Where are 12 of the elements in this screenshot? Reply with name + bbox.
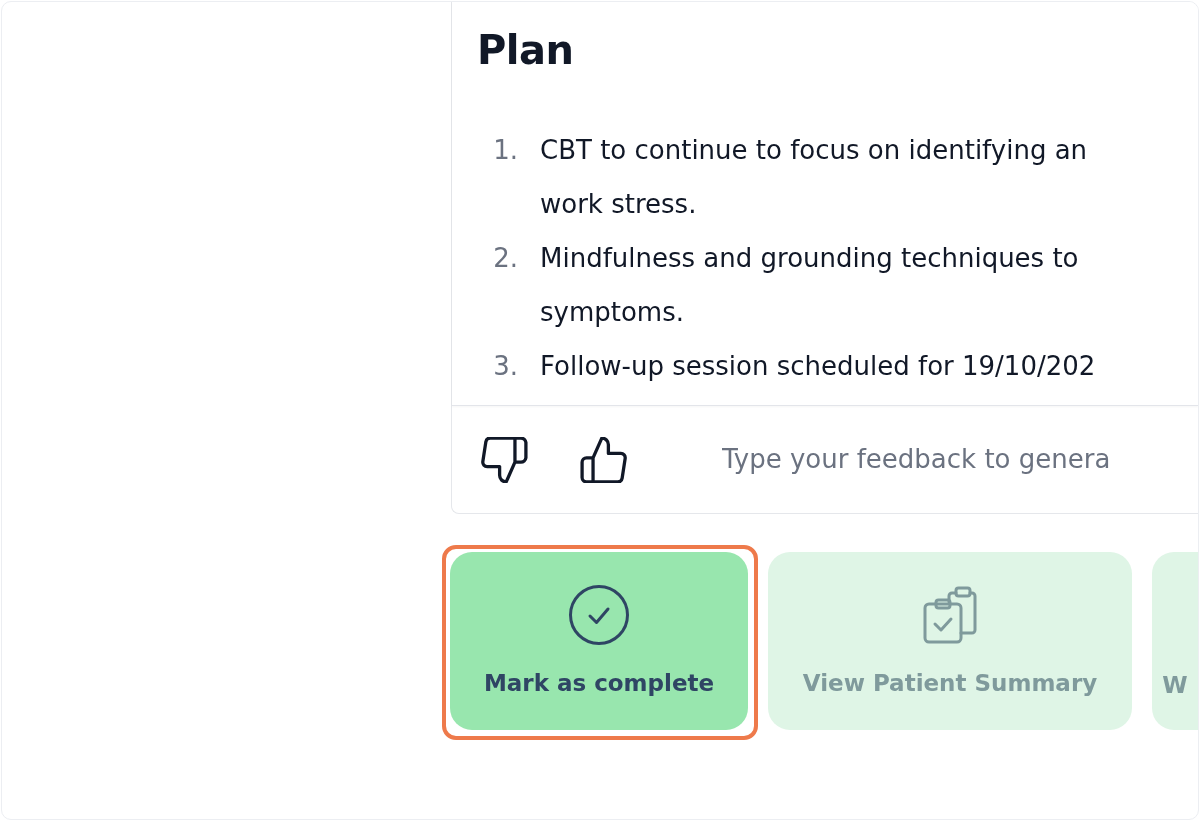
thumbs-down-icon[interactable]: [480, 436, 528, 483]
plan-item-text: Follow-up session scheduled for 19/10/202: [540, 350, 1096, 383]
plan-item-text: CBT to continue to focus on identifying an work stress.: [540, 134, 1088, 221]
check-circle-icon: [568, 584, 630, 646]
list-number: 1.: [492, 134, 518, 167]
feedback-field[interactable]: Type your feedback to genera: [722, 440, 1198, 479]
plan-item-text: Mindfulness and grounding techniques to symptoms.: [540, 242, 1079, 329]
action-button[interactable]: Mark as complete: [450, 552, 748, 730]
thumbs-up-icon[interactable]: [580, 436, 628, 483]
list-number: 2.: [492, 242, 518, 275]
list-number: 3.: [492, 350, 518, 383]
plan-heading: Plan: [477, 26, 574, 74]
